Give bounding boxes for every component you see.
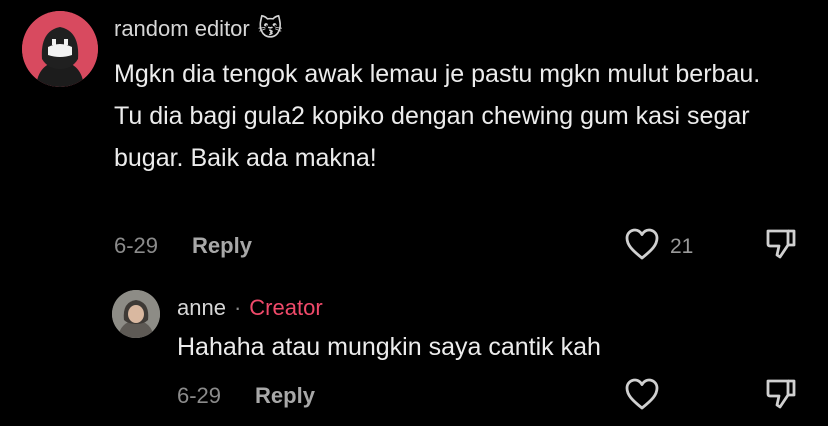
reply-date: 6-29 xyxy=(177,383,222,408)
reply-dislike-button[interactable] xyxy=(764,377,798,416)
thumbs-down-icon[interactable] xyxy=(764,229,798,265)
avatar-photo xyxy=(112,290,160,338)
reply-text: Hahaha atau mungkin saya cantik kah xyxy=(177,333,601,361)
reply-meta: 6-29 Reply xyxy=(177,383,315,409)
heart-outline-icon[interactable] xyxy=(624,377,660,416)
comment-date: 6-29 xyxy=(114,233,159,258)
reply-reply-button[interactable]: Reply xyxy=(255,383,315,409)
reply-avatar[interactable] xyxy=(112,290,160,338)
comment-text: Mgkn dia tengok awak lemau je pastu mgkn… xyxy=(114,60,761,172)
reply-button[interactable]: Reply xyxy=(192,233,252,259)
like-button[interactable]: 21 xyxy=(624,227,693,266)
dislike-button[interactable] xyxy=(764,227,798,266)
thumbs-down-icon[interactable] xyxy=(764,379,798,415)
like-count: 21 xyxy=(670,234,694,258)
avatar[interactable] xyxy=(22,11,98,87)
reply-username[interactable]: anne xyxy=(177,295,226,321)
cat-kiss-emoji: 😽 xyxy=(257,15,283,42)
comment-meta: 6-29 Reply xyxy=(114,233,252,259)
reply-like-button[interactable] xyxy=(624,377,660,416)
username-label[interactable]: random editor xyxy=(114,16,250,42)
reply-author[interactable]: anne · Creator xyxy=(177,295,323,321)
heart-outline-icon[interactable] xyxy=(624,227,660,266)
creator-badge: Creator xyxy=(249,295,323,320)
separator-dot: · xyxy=(233,295,242,320)
comment-author[interactable]: random editor 😽 xyxy=(114,14,283,43)
avatar-illustration xyxy=(22,11,98,87)
